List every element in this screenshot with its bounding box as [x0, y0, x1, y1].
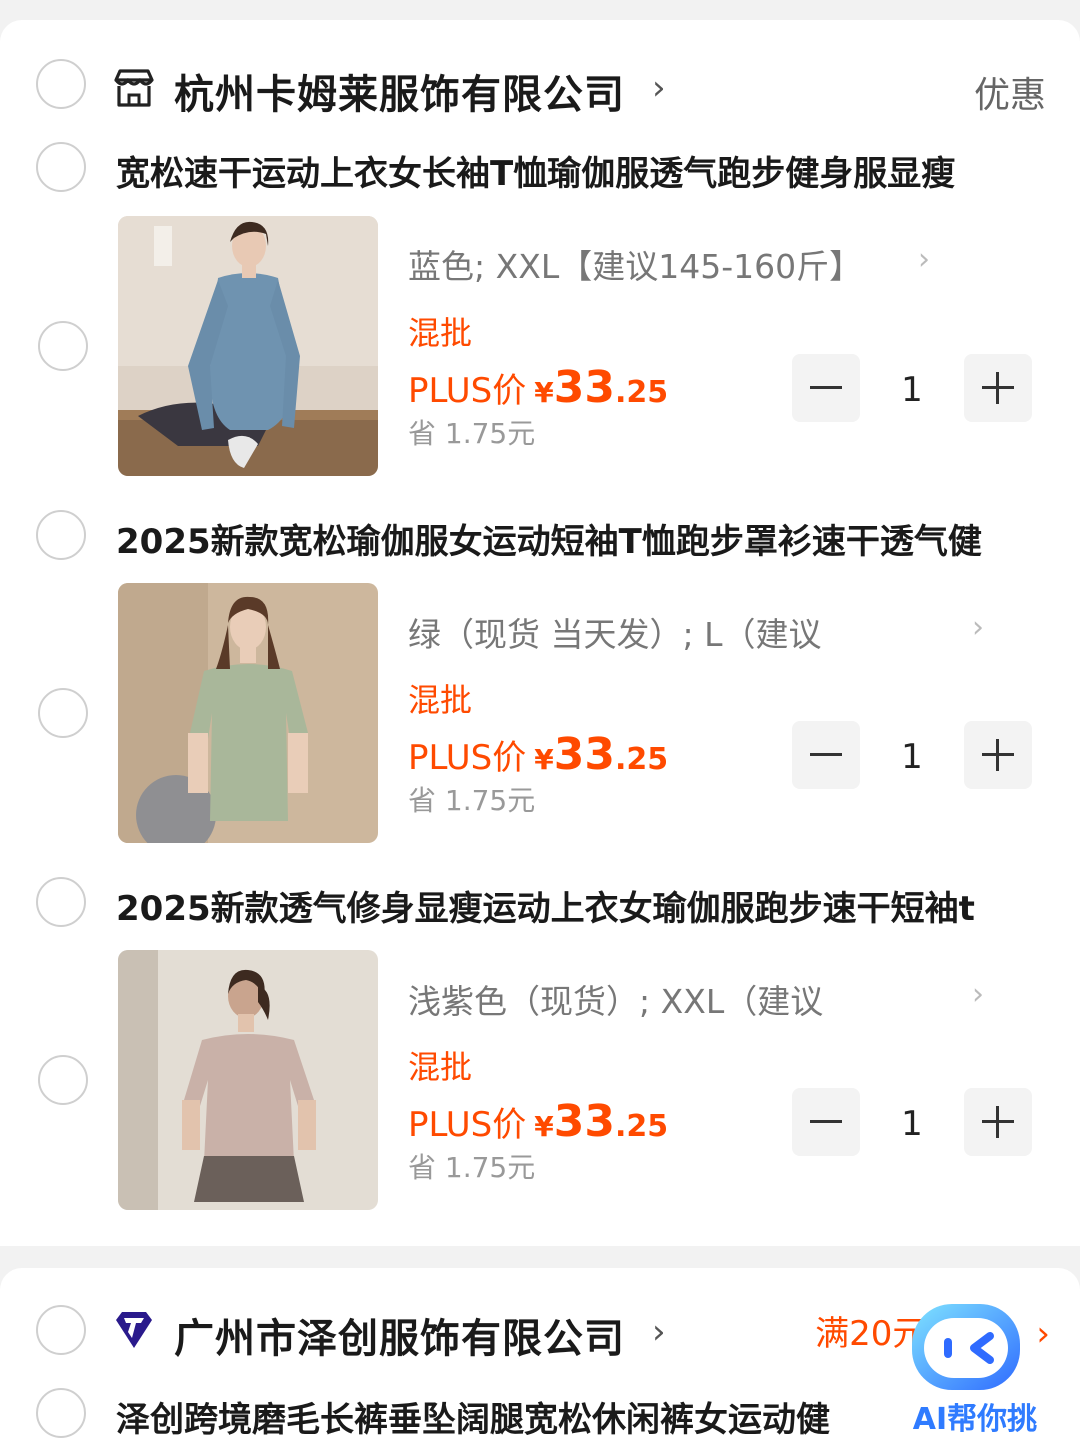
price-decimal: .25 — [614, 375, 669, 410]
shop-chevron-icon: › — [652, 68, 666, 108]
price: PLUS价 ¥33.25 — [408, 362, 668, 413]
product-title[interactable]: 泽创跨境磨毛长裤垂坠阔腿宽松休闲裤女运动健 — [116, 1392, 896, 1440]
plus-price-label: PLUS价 — [408, 1105, 527, 1145]
spec-selector[interactable]: 绿（现货 当天发）; L（建议 — [408, 608, 821, 656]
minus-icon — [810, 386, 842, 389]
shop-name[interactable]: 杭州卡姆莱服饰有限公司 — [174, 62, 625, 120]
ai-assistant-icon — [912, 1304, 1020, 1390]
ai-assistant-button[interactable] — [906, 1298, 1026, 1396]
shop-select-radio[interactable] — [36, 59, 86, 109]
price: PLUS价 ¥33.25 — [408, 729, 668, 780]
increase-button[interactable] — [964, 354, 1032, 422]
plus-price-label: PLUS价 — [408, 738, 527, 778]
plus-icon — [982, 372, 1014, 404]
product-title[interactable]: 宽松速干运动上衣女长袖T恤瑜伽服透气跑步健身服显瘦 — [116, 146, 1046, 195]
spec-selector[interactable]: 浅紫色（现货）; XXL（建议 — [408, 975, 823, 1023]
mixed-batch-tag: 混批 — [408, 681, 473, 719]
decrease-button[interactable] — [792, 1088, 860, 1156]
plus-price-label: PLUS价 — [408, 371, 527, 411]
brand-diamond-icon — [112, 1308, 156, 1352]
savings-text: 省 1.75元 — [408, 784, 536, 817]
ai-assistant-label[interactable]: AI帮你挑 — [902, 1400, 1048, 1440]
product-image[interactable] — [118, 583, 378, 843]
product-title[interactable]: 2025新款透气修身显瘦运动上衣女瑜伽服跑步速干短袖t — [116, 881, 1046, 930]
store-icon — [112, 66, 156, 110]
plus-icon — [982, 739, 1014, 771]
minus-icon — [810, 1120, 842, 1123]
currency-symbol: ¥ — [534, 1110, 554, 1143]
price-integer: 33 — [553, 729, 615, 780]
item-select-radio[interactable] — [38, 1055, 88, 1105]
quantity-value[interactable]: 1 — [882, 370, 942, 410]
spec-chevron-icon: › — [918, 242, 930, 277]
minus-icon — [810, 753, 842, 756]
product-image[interactable] — [118, 950, 378, 1210]
price-integer: 33 — [553, 362, 615, 413]
spec-selector[interactable]: 蓝色; XXL【建议145-160斤】 — [408, 240, 862, 288]
quantity-value[interactable]: 1 — [882, 1104, 942, 1144]
spec-chevron-icon: › — [972, 977, 984, 1012]
promo-chevron-icon: › — [1036, 1314, 1050, 1354]
item-title-radio[interactable] — [36, 142, 86, 192]
savings-text: 省 1.75元 — [408, 1151, 536, 1184]
increase-button[interactable] — [964, 1088, 1032, 1156]
decrease-button[interactable] — [792, 354, 860, 422]
price-decimal: .25 — [614, 742, 669, 777]
price-integer: 33 — [553, 1096, 615, 1147]
plus-icon — [982, 1106, 1014, 1138]
mixed-batch-tag: 混批 — [408, 314, 473, 352]
quantity-value[interactable]: 1 — [882, 737, 942, 777]
spec-chevron-icon: › — [972, 610, 984, 645]
item-title-radio[interactable] — [36, 1388, 86, 1438]
coupon-link[interactable]: 优惠 — [974, 66, 1046, 118]
item-select-radio[interactable] — [38, 321, 88, 371]
decrease-button[interactable] — [792, 721, 860, 789]
price-decimal: .25 — [614, 1109, 669, 1144]
currency-symbol: ¥ — [534, 743, 554, 776]
price: PLUS价 ¥33.25 — [408, 1096, 668, 1147]
item-title-radio[interactable] — [36, 510, 86, 560]
increase-button[interactable] — [964, 721, 1032, 789]
shop-card: 杭州卡姆莱服饰有限公司 › 优惠 宽松速干运动上衣女长袖T恤瑜伽服透气跑步健身服… — [0, 20, 1080, 1246]
product-title[interactable]: 2025新款宽松瑜伽服女运动短袖T恤跑步罩衫速干透气健 — [116, 514, 1046, 563]
item-select-radio[interactable] — [38, 688, 88, 738]
product-image[interactable] — [118, 216, 378, 476]
mixed-batch-tag: 混批 — [408, 1048, 473, 1086]
shop-select-radio[interactable] — [36, 1305, 86, 1355]
shop-name[interactable]: 广州市泽创服饰有限公司 — [174, 1306, 625, 1364]
shop-chevron-icon: › — [652, 1312, 666, 1352]
shop-header[interactable]: 杭州卡姆莱服饰有限公司 › 优惠 — [0, 52, 1080, 122]
item-title-radio[interactable] — [36, 877, 86, 927]
savings-text: 省 1.75元 — [408, 417, 536, 450]
currency-symbol: ¥ — [534, 376, 554, 409]
